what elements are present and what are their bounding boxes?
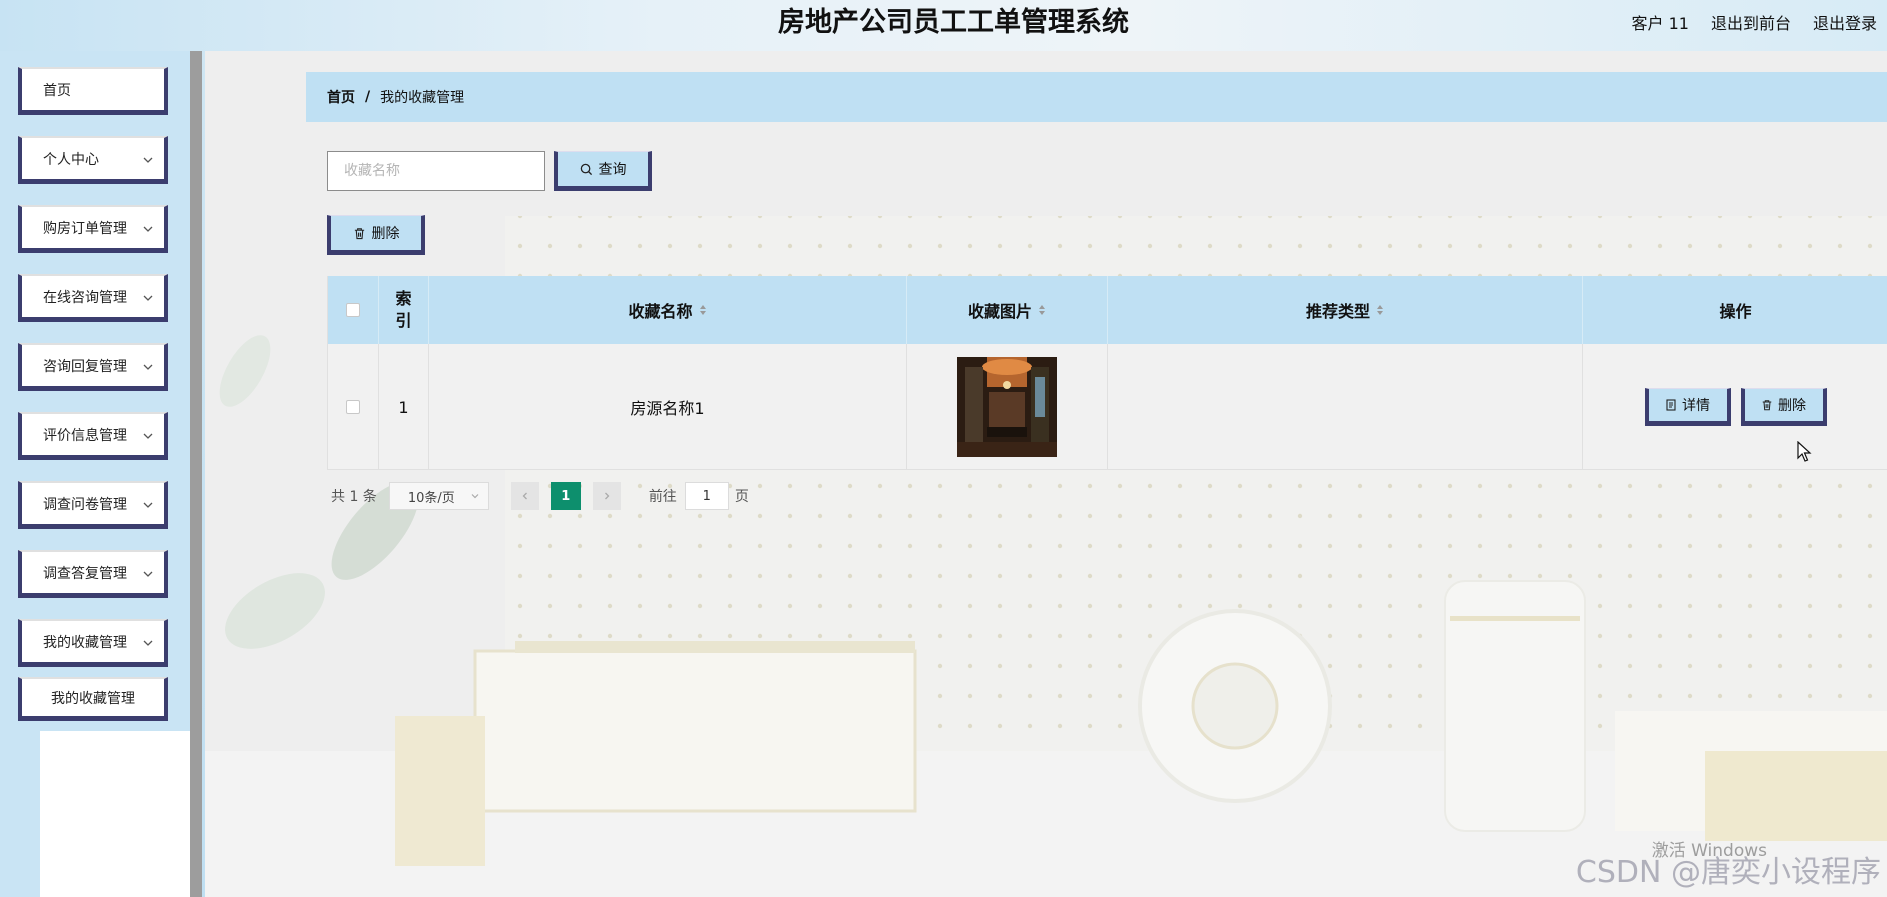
sidebar-item-label: 在线咨询管理 <box>43 289 127 306</box>
sidebar-subitem-favorites[interactable]: 我的收藏管理 <box>18 677 168 721</box>
sidebar-item-orders[interactable]: 购房订单管理 <box>18 205 168 253</box>
sidebar-item-personal-center[interactable]: 个人中心 <box>18 136 168 184</box>
sidebar-scrollbar[interactable] <box>190 51 202 897</box>
document-icon <box>1666 399 1676 411</box>
row-delete-button[interactable]: 删除 <box>1740 388 1827 426</box>
column-header-actions: 操作 <box>1719 302 1752 321</box>
header-select-cell <box>328 276 379 344</box>
column-header-image[interactable]: 收藏图片 <box>907 276 1108 344</box>
top-header: 房地产公司员工工单管理系统 客户 11 退出到前台 退出登录 <box>0 0 1887 51</box>
search-icon <box>580 163 592 175</box>
row-actions-cell: 详情 删除 <box>1583 344 1887 470</box>
app-title: 房地产公司员工工单管理系统 <box>778 7 1129 38</box>
sidebar-item-survey[interactable]: 调查问卷管理 <box>18 481 168 529</box>
trash-icon <box>354 227 364 239</box>
sidebar-item-label: 首页 <box>43 82 71 99</box>
pagination-total: 共 1 条 <box>331 489 377 505</box>
row-checkbox[interactable] <box>346 400 360 414</box>
chevron-down-icon <box>143 502 153 508</box>
sidebar-item-consult[interactable]: 在线咨询管理 <box>18 274 168 322</box>
chevron-right-icon <box>604 492 610 500</box>
sidebar-item-label: 我的收藏管理 <box>43 634 127 651</box>
sidebar-item-home[interactable]: 首页 <box>18 67 168 115</box>
row-delete-label: 删除 <box>1778 398 1806 414</box>
chevron-left-icon <box>522 492 527 500</box>
column-header-type-label: 推荐类型 <box>1305 302 1370 321</box>
sidebar-item-reply[interactable]: 咨询回复管理 <box>18 343 168 391</box>
column-header-name[interactable]: 收藏名称 <box>429 276 907 344</box>
row-name: 房源名称1 <box>429 344 907 470</box>
mouse-cursor-icon <box>1797 441 1812 462</box>
sidebar-item-label: 评价信息管理 <box>43 427 127 444</box>
header-links: 客户 11 退出到前台 退出登录 <box>1632 0 1877 44</box>
detail-button[interactable]: 详情 <box>1644 388 1731 426</box>
interior-photo-image[interactable] <box>957 357 1057 457</box>
batch-delete-button[interactable]: 删除 <box>327 215 425 255</box>
sidebar-bottom-strip <box>40 731 190 897</box>
table-header: 索引 收藏名称 收藏图片 推荐类型 操作 <box>328 276 1887 344</box>
row-type <box>1108 344 1583 470</box>
sort-icon[interactable] <box>1376 304 1384 316</box>
goto-prefix: 前往 <box>648 489 677 505</box>
next-page-button[interactable] <box>592 482 621 510</box>
detail-button-label: 详情 <box>1682 398 1710 414</box>
chevron-down-icon <box>143 571 153 577</box>
sidebar-item-label: 购房订单管理 <box>43 220 127 237</box>
chevron-down-icon <box>471 494 479 499</box>
row-image-cell <box>907 344 1108 470</box>
batch-delete-label: 删除 <box>371 226 400 242</box>
query-button[interactable]: 查询 <box>554 151 652 191</box>
chevron-down-icon <box>143 226 153 232</box>
column-header-index: 索引 <box>379 276 429 344</box>
pagination: 共 1 条 10条/页 1 前往 1 页 <box>331 481 749 511</box>
column-header-name-label: 收藏名称 <box>628 302 693 321</box>
main-content: 首页 / 我的收藏管理 查询 删除 索引 收藏名称 收藏图片 推荐类型 <box>205 51 1887 897</box>
chevron-down-icon <box>143 295 153 301</box>
page-number-active[interactable]: 1 <box>550 482 581 510</box>
breadcrumb-current: 我的收藏管理 <box>380 90 465 106</box>
sidebar-item-label: 个人中心 <box>43 151 99 168</box>
csdn-watermark: CSDN @唐奕小设程序 <box>1575 855 1881 890</box>
sort-icon[interactable] <box>699 304 707 316</box>
goto-suffix: 页 <box>734 489 749 505</box>
chevron-down-icon <box>143 364 153 370</box>
column-header-image-label: 收藏图片 <box>967 302 1032 321</box>
prev-page-button[interactable] <box>510 482 539 510</box>
goto-page-input[interactable]: 1 <box>684 482 729 510</box>
favorites-table: 索引 收藏名称 收藏图片 推荐类型 操作 1 房源名称1 详情 删除 <box>327 276 1887 470</box>
sidebar-item-label: 咨询回复管理 <box>43 358 127 375</box>
page-size-value: 10条/页 <box>407 490 455 506</box>
sidebar: 首页 个人中心 购房订单管理 在线咨询管理 咨询回复管理 评价信息管理 调查问卷… <box>0 51 205 897</box>
favorite-name-search-input[interactable] <box>327 151 545 191</box>
sidebar-item-label: 调查答复管理 <box>43 565 127 582</box>
query-button-label: 查询 <box>598 162 627 178</box>
row-index: 1 <box>379 344 429 470</box>
sort-icon[interactable] <box>1038 304 1046 316</box>
breadcrumb-separator: / <box>365 89 371 105</box>
chevron-down-icon <box>143 433 153 439</box>
column-header-type[interactable]: 推荐类型 <box>1108 276 1583 344</box>
sidebar-item-label: 调查问卷管理 <box>43 496 127 513</box>
sidebar-item-favorites[interactable]: 我的收藏管理 <box>18 619 168 667</box>
breadcrumb-home[interactable]: 首页 <box>327 87 355 107</box>
current-user[interactable]: 客户 11 <box>1632 10 1689 34</box>
logout-link[interactable]: 退出登录 <box>1813 10 1877 34</box>
interior-photo-drawing <box>957 357 1057 457</box>
select-all-checkbox[interactable] <box>346 303 360 317</box>
chevron-down-icon <box>143 157 153 163</box>
chevron-down-icon <box>143 640 153 646</box>
sidebar-subitem-label: 我的收藏管理 <box>51 690 135 707</box>
breadcrumb: 首页 / 我的收藏管理 <box>306 72 1887 122</box>
row-select-cell <box>328 344 379 470</box>
sidebar-item-review[interactable]: 评价信息管理 <box>18 412 168 460</box>
page-size-select[interactable]: 10条/页 <box>388 482 489 510</box>
sidebar-item-survey-reply[interactable]: 调查答复管理 <box>18 550 168 598</box>
back-to-front-link[interactable]: 退出到前台 <box>1711 10 1791 34</box>
table-body: 1 房源名称1 详情 删除 <box>328 344 1887 470</box>
trash-icon <box>1762 400 1772 411</box>
